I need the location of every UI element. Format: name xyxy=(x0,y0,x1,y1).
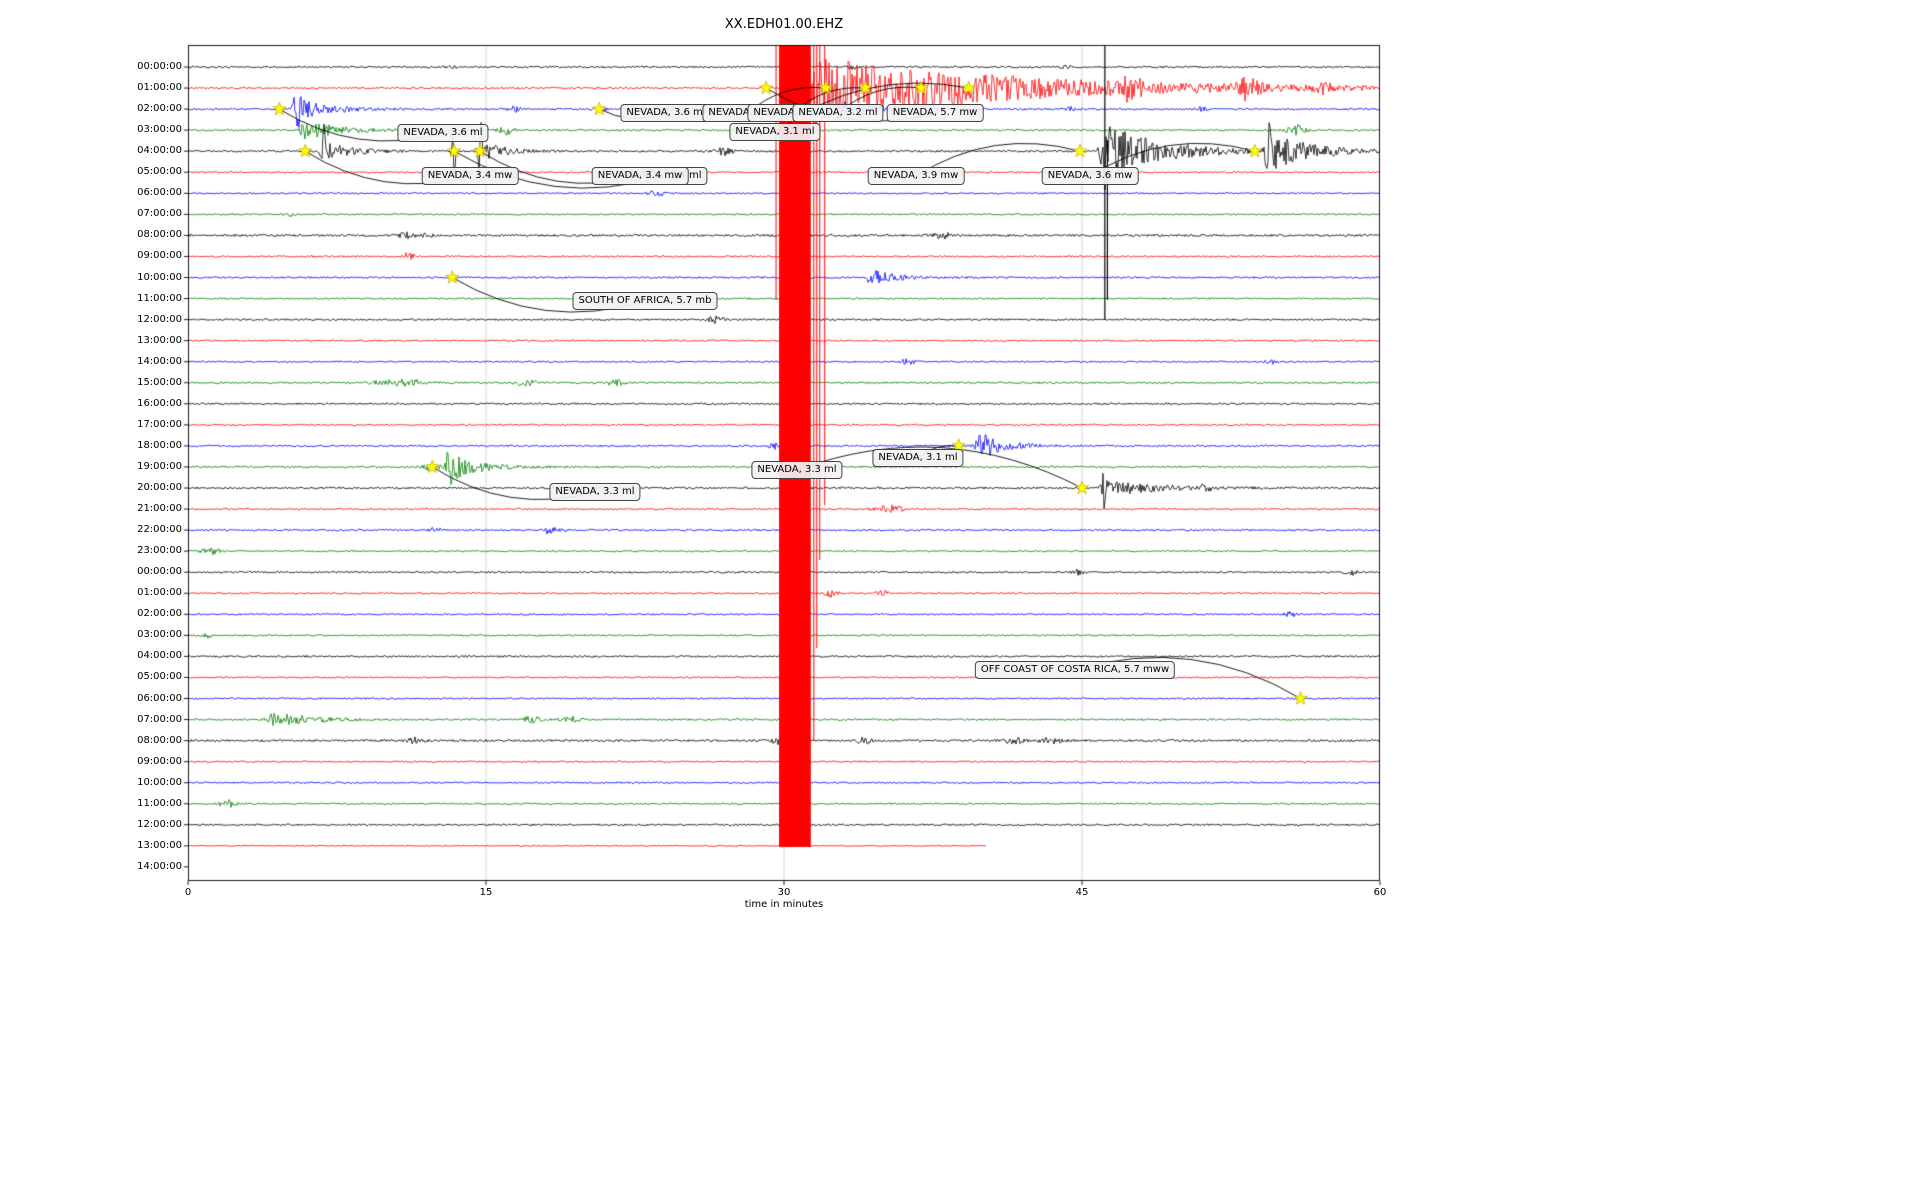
y-tick-label: 08:00:00 xyxy=(137,229,182,241)
event-label: SOUTH OF AFRICA, 5.7 mb xyxy=(572,292,718,310)
event-label: NEVADA, 3.6 mw xyxy=(1041,167,1139,185)
event-label: NEVADA, 3.3 ml xyxy=(549,483,641,501)
y-tick-label: 10:00:00 xyxy=(137,776,182,788)
event-label: NEVADA, 3.1 ml xyxy=(872,449,964,467)
y-tick-label: 02:00:00 xyxy=(137,608,182,620)
event-label: NEVADA, 3.4 mw xyxy=(591,167,689,185)
seismogram-figure: XX.EDH01.00.EHZ 00:00:00 01:00:00 02:00:00… xyxy=(0,0,1920,1200)
y-tick-label: 10:00:00 xyxy=(137,271,182,283)
y-tick-label: 12:00:00 xyxy=(137,313,182,325)
y-tick-label: 07:00:00 xyxy=(137,713,182,725)
y-tick-label: 03:00:00 xyxy=(137,124,182,136)
y-tick-label: 01:00:00 xyxy=(137,82,182,94)
y-tick-label: 14:00:00 xyxy=(137,860,182,872)
event-label: NEVADA, 3.9 mw xyxy=(867,167,965,185)
y-tick-label: 18:00:00 xyxy=(137,439,182,451)
y-tick-label: 11:00:00 xyxy=(137,797,182,809)
y-tick-label: 02:00:00 xyxy=(137,103,182,115)
y-tick-label: 08:00:00 xyxy=(137,734,182,746)
y-tick-label: 05:00:00 xyxy=(137,166,182,178)
event-label: NEVADA, 3.3 ml xyxy=(751,461,843,479)
x-tick-label: 30 xyxy=(777,887,791,898)
y-tick-label: 13:00:00 xyxy=(137,334,182,346)
y-tick-label: 06:00:00 xyxy=(137,692,182,704)
event-label: NEVADA, 3.6 ml xyxy=(397,124,489,142)
y-tick-label: 14:00:00 xyxy=(137,355,182,367)
y-tick-label: 23:00:00 xyxy=(137,545,182,557)
y-tick-label: 09:00:00 xyxy=(137,755,182,767)
y-tick-label: 13:00:00 xyxy=(137,839,182,851)
event-label: NEVADA, 5.7 mw xyxy=(886,104,984,122)
event-label: OFF COAST OF COSTA RICA, 5.7 mww xyxy=(974,661,1176,679)
event-label: NEVADA, 3.2 ml xyxy=(792,104,884,122)
y-tick-label: 19:00:00 xyxy=(137,460,182,472)
y-tick-label: 05:00:00 xyxy=(137,671,182,683)
y-tick-label: 15:00:00 xyxy=(137,376,182,388)
y-tick-label: 03:00:00 xyxy=(137,629,182,641)
x-tick-label: 45 xyxy=(1075,887,1089,898)
y-tick-label: 20:00:00 xyxy=(137,482,182,493)
y-tick-label: 16:00:00 xyxy=(137,397,182,409)
chart-title: XX.EDH01.00.EHZ xyxy=(724,17,844,32)
x-tick-label: 15 xyxy=(479,887,493,898)
y-tick-label: 07:00:00 xyxy=(137,208,182,220)
y-tick-label: 22:00:00 xyxy=(137,524,182,536)
y-tick-label: 00:00:00 xyxy=(137,61,182,72)
y-tick-label: 00:00:00 xyxy=(137,566,182,578)
y-tick-label: 12:00:00 xyxy=(137,818,182,830)
y-tick-label: 04:00:00 xyxy=(137,650,182,662)
y-tick-label: 04:00:00 xyxy=(137,145,182,157)
y-tick-label: 21:00:00 xyxy=(137,503,182,515)
x-tick-label: 0 xyxy=(184,887,192,898)
x-tick-label: 60 xyxy=(1373,887,1387,898)
y-tick-label: 01:00:00 xyxy=(137,587,182,599)
event-label: NEVADA, 3.6 ml xyxy=(620,104,712,122)
y-tick-label: 11:00:00 xyxy=(137,292,182,304)
y-tick-label: 09:00:00 xyxy=(137,250,182,262)
y-tick-label: 06:00:00 xyxy=(137,187,182,199)
y-tick-label: 17:00:00 xyxy=(137,418,182,430)
event-label: NEVADA, 3.4 mw xyxy=(421,167,519,185)
event-label: NEVADA, 3.1 ml xyxy=(729,123,821,141)
x-axis-title: time in minutes xyxy=(744,899,824,910)
